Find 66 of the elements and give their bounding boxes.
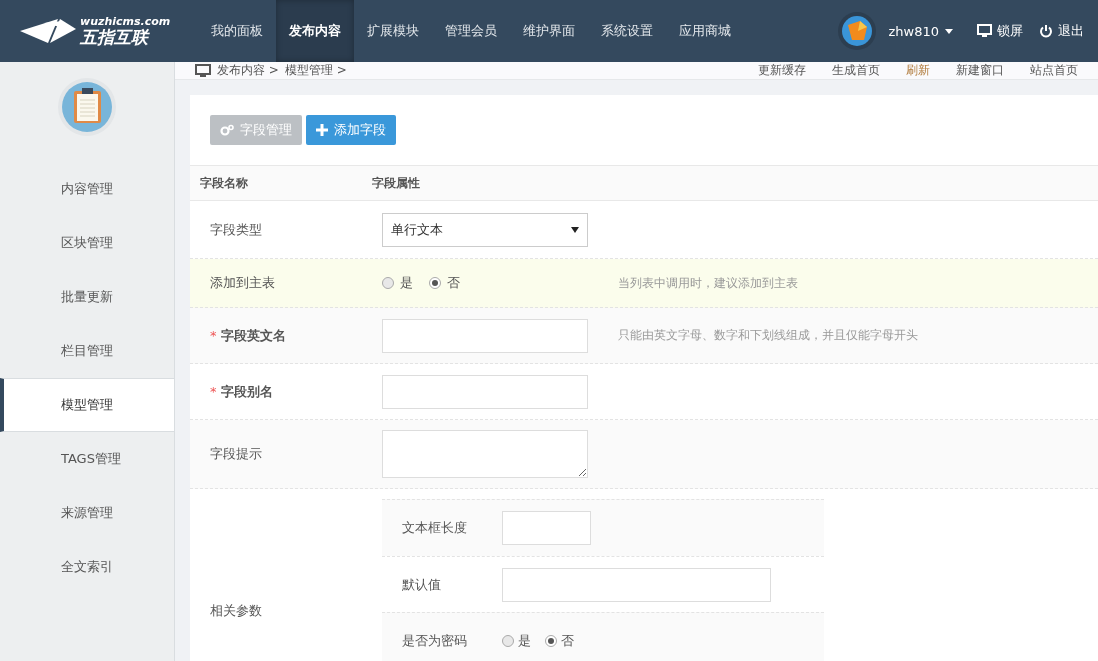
monitor-icon [977, 24, 992, 38]
caret-icon [571, 226, 579, 233]
gears-icon [220, 124, 234, 136]
sidebar-item[interactable]: 全文索引 [0, 540, 174, 594]
sidebar-item[interactable]: TAGS管理 [0, 432, 174, 486]
toolbar-link[interactable]: 生成首页 [832, 62, 880, 79]
radio-label: 是 [518, 632, 531, 650]
column-header: 字段名称 [199, 174, 249, 192]
param-label: 默认值 [401, 575, 442, 594]
toolbar-link[interactable]: 站点首页 [1030, 62, 1078, 79]
nav-tab[interactable]: 扩展模块 [354, 0, 432, 62]
nav-tab[interactable]: 发布内容 [276, 0, 354, 62]
field-type-select[interactable]: 单行文本 [382, 212, 588, 247]
radio-button[interactable] [429, 277, 441, 289]
field-label: 字段提示 [210, 445, 262, 463]
sidebar-item[interactable]: 区块管理 [0, 216, 174, 270]
textarea-field[interactable] [382, 430, 588, 478]
radio-button[interactable] [502, 635, 514, 647]
field-hint: 只能由英文字母、数字和下划线组成，并且仅能字母开头 [618, 327, 918, 344]
nav-tab[interactable]: 应用商城 [666, 0, 744, 62]
radio-label: 否 [561, 632, 574, 650]
required-mark: * [210, 384, 217, 399]
input-field[interactable] [502, 567, 771, 602]
sidebar-item[interactable]: 栏目管理 [0, 324, 174, 378]
nav-tab[interactable]: 系统设置 [588, 0, 666, 62]
toolbar-link[interactable]: 更新缓存 [758, 62, 806, 79]
user-menu[interactable]: zhw810 [888, 23, 953, 39]
lock-screen-button[interactable]: 锁屏 [977, 22, 1023, 40]
sidebar-item[interactable]: 批量更新 [0, 270, 174, 324]
power-icon [1039, 24, 1053, 38]
toolbar-link[interactable]: 新建窗口 [956, 62, 1004, 79]
logo-name: 五指互联 [80, 29, 151, 46]
radio-label: 否 [447, 274, 460, 292]
caret-icon [945, 28, 953, 34]
param-label: 是否为密码 [401, 632, 468, 650]
input-field[interactable] [382, 318, 588, 353]
breadcrumb-item[interactable]: 发布内容 > [217, 62, 279, 79]
breadcrumb-item[interactable]: 模型管理 > [284, 62, 347, 79]
field-label: 字段英文名 [220, 326, 286, 345]
field-label: 添加到主表 [210, 274, 275, 292]
nav-tab[interactable]: 我的面板 [198, 0, 276, 62]
nav-tab[interactable]: 维护界面 [510, 0, 588, 62]
plus-icon [316, 124, 328, 136]
radio-label: 是 [400, 274, 413, 292]
logo-icon [20, 17, 76, 45]
column-header: 字段属性 [372, 174, 420, 192]
toolbar-link[interactable]: 刷新 [906, 62, 930, 79]
radio-button[interactable] [382, 277, 394, 289]
logout-button[interactable]: 退出 [1039, 22, 1084, 40]
field-label: 字段类型 [210, 220, 262, 239]
clipboard-icon [58, 78, 116, 136]
sidebar-item[interactable]: 来源管理 [0, 486, 174, 540]
logo-domain: wuzhicms.com [80, 16, 171, 27]
radio-button[interactable] [545, 635, 557, 647]
required-mark: * [210, 328, 217, 343]
input-field[interactable] [502, 511, 591, 545]
sidebar-item[interactable]: 模型管理 [0, 378, 174, 432]
input-field[interactable] [382, 374, 588, 409]
field-label: 相关参数 [210, 602, 262, 620]
field-label: 字段别名 [220, 382, 273, 401]
field-hint: 当列表中调用时，建议添加到主表 [618, 274, 798, 292]
avatar-icon [838, 12, 877, 50]
nav-tab[interactable]: 管理会员 [432, 0, 510, 62]
sidebar-item[interactable]: 内容管理 [0, 162, 174, 216]
monitor-icon [195, 63, 211, 78]
param-label: 文本框长度 [401, 519, 468, 537]
